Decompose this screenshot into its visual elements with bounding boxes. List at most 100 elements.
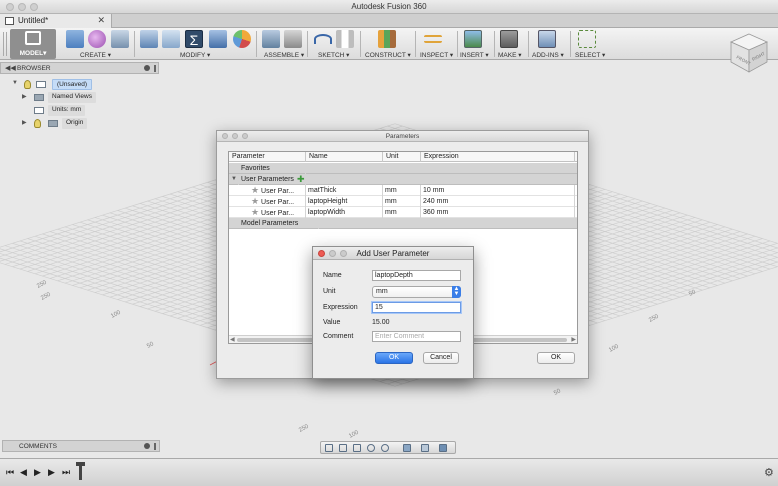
document-tab[interactable]: Untitled* ✕ <box>0 14 112 28</box>
dialog-zoom-button[interactable] <box>340 250 347 257</box>
section-user-parameters[interactable]: ▼ User Parameters ✚ <box>229 174 577 185</box>
scroll-right-icon[interactable]: ▶ <box>571 336 576 343</box>
assemble-menu[interactable]: ASSEMBLE ▾ <box>264 51 304 59</box>
zoom-icon[interactable] <box>367 444 375 452</box>
browser-pin-icon[interactable] <box>144 65 150 71</box>
create-sketch-icon[interactable] <box>314 34 332 44</box>
fillet-icon[interactable] <box>162 30 180 48</box>
column-header-unit[interactable]: Unit <box>383 152 421 162</box>
add-user-parameter-icon[interactable]: ✚ <box>295 174 305 185</box>
add-parameter-ok-button[interactable]: OK <box>375 352 413 364</box>
parameter-name-cell[interactable]: laptopWidth <box>306 207 383 218</box>
column-header-expression[interactable]: Expression <box>421 152 575 162</box>
parameter-expression-cell[interactable]: 10 mm <box>421 185 575 196</box>
dialog-zoom-button[interactable] <box>242 133 248 139</box>
construct-menu[interactable]: CONSTRUCT ▾ <box>365 51 411 59</box>
display-settings-icon[interactable] <box>403 444 411 452</box>
expand-arrow-icon[interactable]: ▶ <box>22 93 27 100</box>
toolbar-grip[interactable] <box>3 32 7 56</box>
inspect-menu[interactable]: INSPECT ▾ <box>420 51 453 59</box>
modify-menu[interactable]: MODIFY ▾ <box>180 51 210 59</box>
new-component-icon[interactable] <box>262 30 280 48</box>
view-cube[interactable]: FRONT RIGHT <box>727 30 771 78</box>
make-menu[interactable]: MAKE ▾ <box>498 51 522 59</box>
play-icon[interactable]: ▶ <box>34 467 41 478</box>
browser-item-origin[interactable]: ▶ Origin <box>22 118 142 129</box>
stop-sketch-icon[interactable] <box>336 30 354 48</box>
section-favorites[interactable]: Favorites <box>229 163 577 174</box>
column-header-name[interactable]: Name <box>306 152 383 162</box>
comments-panel-header[interactable]: COMMENTS <box>2 440 160 452</box>
viewports-icon[interactable] <box>439 444 447 452</box>
column-header-value[interactable]: V <box>575 152 577 162</box>
browser-root-item[interactable]: ▼ (Unsaved) <box>12 79 132 90</box>
dialog-close-button[interactable] <box>318 250 325 257</box>
sigma-parameters-icon[interactable]: Σ <box>185 30 203 48</box>
fit-icon[interactable] <box>381 444 389 452</box>
collapse-arrow-icon[interactable]: ▼ <box>12 80 18 86</box>
browser-panel-header[interactable]: ◀◀ BROWSER <box>0 62 159 74</box>
close-tab-icon[interactable]: ✕ <box>97 15 105 26</box>
section-model-parameters[interactable]: Model Parameters <box>229 218 577 229</box>
browser-item-named-views[interactable]: ▶ Named Views <box>22 92 142 103</box>
add-parameter-cancel-button[interactable]: Cancel <box>423 352 459 364</box>
parameter-expression-cell[interactable]: 360 mm <box>421 207 575 218</box>
dialog-close-button[interactable] <box>222 133 228 139</box>
collapse-arrow-icon[interactable]: ▼ <box>229 174 239 185</box>
expand-arrow-icon[interactable]: ▶ <box>22 119 27 126</box>
expression-field[interactable]: 15 <box>372 302 461 313</box>
extrude-icon[interactable] <box>111 30 129 48</box>
3d-print-icon[interactable] <box>500 30 518 48</box>
unit-select[interactable]: mm ▲ ▼ <box>372 286 461 298</box>
select-stepper-icon[interactable]: ▲ ▼ <box>452 286 461 298</box>
comments-resize-handle[interactable] <box>154 443 156 450</box>
visibility-bulb-icon[interactable] <box>24 80 31 89</box>
create-menu[interactable]: CREATE ▾ <box>80 51 111 59</box>
visibility-bulb-icon[interactable] <box>34 119 41 128</box>
add-ins-menu[interactable]: ADD-INS ▾ <box>532 51 564 59</box>
measure-icon[interactable] <box>424 35 442 43</box>
parameter-name-cell[interactable]: matThick <box>306 185 383 196</box>
parameters-dialog-title[interactable]: Parameters <box>217 131 588 142</box>
add-parameter-dialog-title[interactable]: Add User Parameter <box>313 247 473 260</box>
look-at-icon[interactable] <box>339 444 347 452</box>
scripts-addins-icon[interactable] <box>538 30 556 48</box>
insert-image-icon[interactable] <box>464 30 482 48</box>
browser-item-units[interactable]: Units: mm <box>22 105 142 116</box>
insert-menu[interactable]: INSERT ▾ <box>460 51 489 59</box>
parameter-unit-cell[interactable]: mm <box>383 207 421 218</box>
step-forward-icon[interactable]: ▶ <box>48 467 55 478</box>
dialog-minimize-button[interactable] <box>232 133 238 139</box>
appearance-icon[interactable] <box>233 30 251 48</box>
table-row[interactable]: ★ User Par... laptopHeight mm 240 mm 2 <box>229 196 577 207</box>
combine-icon[interactable] <box>209 30 227 48</box>
parameter-expression-cell[interactable]: 240 mm <box>421 196 575 207</box>
orbit-icon[interactable] <box>325 444 333 452</box>
favorite-star-icon[interactable]: ★ <box>251 185 259 195</box>
parameter-unit-cell[interactable]: mm <box>383 196 421 207</box>
box-icon[interactable] <box>66 30 84 48</box>
pan-icon[interactable] <box>353 444 361 452</box>
favorite-star-icon[interactable]: ★ <box>251 207 259 217</box>
add-comment-icon[interactable] <box>144 443 150 449</box>
browser-resize-handle[interactable] <box>154 65 156 72</box>
sketch-menu[interactable]: SKETCH ▾ <box>318 51 349 59</box>
parameter-unit-cell[interactable]: mm <box>383 185 421 196</box>
timeline-marker[interactable] <box>79 462 82 480</box>
go-to-end-icon[interactable]: ⏭ <box>62 467 70 478</box>
timeline-settings-gear-icon[interactable]: ⚙ <box>764 466 774 479</box>
comment-field[interactable] <box>372 331 461 342</box>
column-header-parameter[interactable]: Parameter <box>229 152 306 162</box>
step-back-icon[interactable]: ◀ <box>20 467 27 478</box>
select-arrow-icon[interactable] <box>578 30 596 48</box>
select-menu[interactable]: SELECT ▾ <box>575 51 605 59</box>
dialog-minimize-button[interactable] <box>329 250 336 257</box>
scroll-left-icon[interactable]: ◀ <box>230 336 235 343</box>
form-sphere-icon[interactable] <box>88 30 106 48</box>
grid-settings-icon[interactable] <box>421 444 429 452</box>
press-pull-icon[interactable] <box>140 30 158 48</box>
table-row[interactable]: ★ User Par... matThick mm 10 mm 1 <box>229 185 577 196</box>
go-to-start-icon[interactable]: ⏮ <box>6 467 14 478</box>
parameters-ok-button[interactable]: OK <box>537 352 575 364</box>
table-row[interactable]: ★ User Par... laptopWidth mm 360 mm 3 <box>229 207 577 218</box>
